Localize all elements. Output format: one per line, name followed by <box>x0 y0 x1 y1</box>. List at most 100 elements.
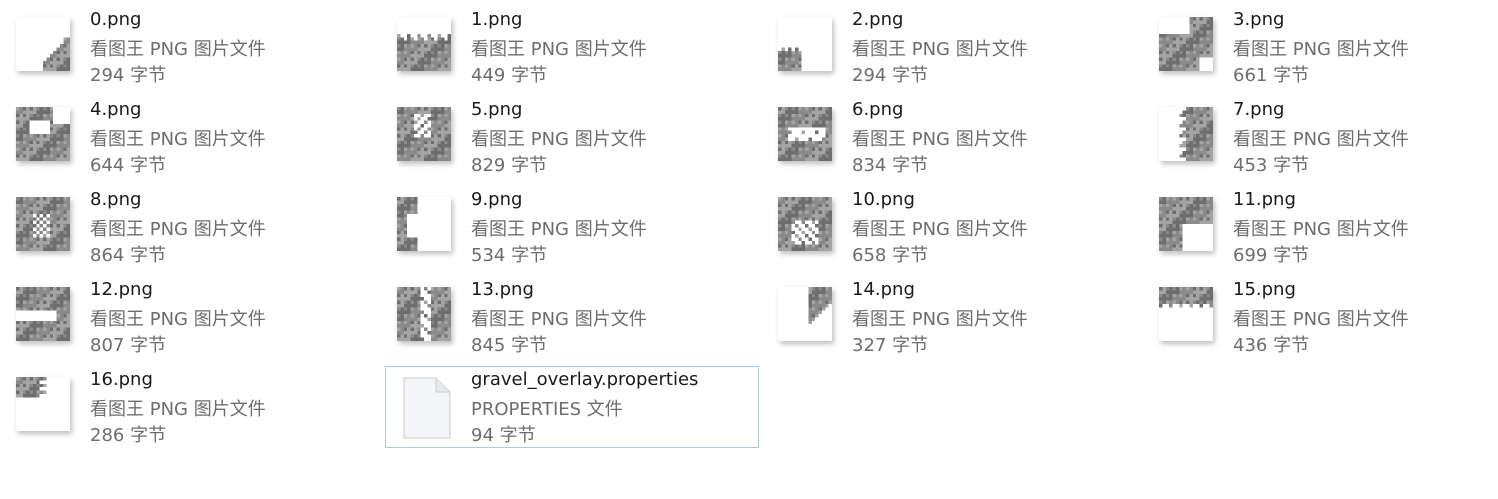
gravel-pixel <box>1159 60 1163 65</box>
gravel-pixel <box>39 337 43 341</box>
gravel-pixel <box>808 213 812 218</box>
gravel-pixel <box>1209 120 1213 124</box>
file-tile-15-png[interactable]: 15.png 看图王 PNG 图片文件 436 字节 <box>1143 270 1498 356</box>
gravel-pixel <box>53 303 57 308</box>
gravel-pixel <box>400 113 404 118</box>
gravel-pixel <box>828 230 832 235</box>
gravel-pixel <box>400 200 404 204</box>
gravel-pixel <box>818 297 822 301</box>
gravel-pixel <box>400 287 404 291</box>
file-tile-12-png[interactable]: 12.png 看图王 PNG 图片文件 807 字节 <box>0 270 374 356</box>
file-tile-13-png[interactable]: 13.png 看图王 PNG 图片文件 845 字节 <box>381 270 755 356</box>
gravel-pixel <box>1192 50 1197 55</box>
gravel-pixel <box>39 210 43 214</box>
file-tile-2-png[interactable]: 2.png 看图王 PNG 图片文件 294 字节 <box>762 0 1136 86</box>
gravel-pixel <box>828 293 832 298</box>
file-tile-14-png[interactable]: 14.png 看图王 PNG 图片文件 327 字节 <box>762 270 1136 356</box>
file-tile-7-png[interactable]: 7.png 看图王 PNG 图片文件 453 字节 <box>1143 90 1498 176</box>
gravel-pixel <box>19 337 23 341</box>
gravel-pixel <box>63 234 67 238</box>
file-tile-9-png[interactable]: 9.png 看图王 PNG 图片文件 534 字节 <box>381 180 755 266</box>
gravel-pixel <box>22 244 27 248</box>
gravel-pixel <box>413 57 418 61</box>
gravel-pixel <box>437 113 441 118</box>
gravel-pixel <box>400 237 404 241</box>
gravel-pixel <box>825 227 829 231</box>
gravel-pixel <box>791 60 795 65</box>
file-tile-16-png[interactable]: 16.png 看图王 PNG 图片文件 286 字节 <box>0 360 374 446</box>
gravel-pixel <box>417 64 421 68</box>
gravel-pixel <box>437 314 441 318</box>
gravel-pixel <box>821 117 826 121</box>
gravel-pixel <box>53 140 57 145</box>
file-tile-10-png[interactable]: 10.png 看图王 PNG 图片文件 658 字节 <box>762 180 1136 266</box>
gravel-pixel <box>59 207 64 211</box>
gravel-pixel <box>22 377 27 381</box>
gravel-pixel <box>32 150 37 155</box>
gravel-pixel <box>410 330 414 335</box>
gravel-pixel <box>32 290 37 294</box>
gravel-pixel <box>1175 244 1180 248</box>
gravel-pixel <box>791 207 795 211</box>
gravel-pixel <box>39 137 43 141</box>
file-tile-0-png[interactable]: 0.png 看图王 PNG 图片文件 294 字节 <box>0 0 374 86</box>
gravel-pixel <box>1169 37 1173 41</box>
gravel-pixel <box>410 117 414 121</box>
gravel-pixel <box>59 310 64 314</box>
gravel-pixel <box>1209 200 1213 204</box>
gravel-pixel <box>420 113 424 118</box>
gravel-pixel <box>791 154 795 158</box>
gravel-pixel <box>818 293 822 298</box>
gravel-pixel <box>43 297 47 301</box>
gravel-pixel <box>1186 287 1190 291</box>
gravel-pixel <box>63 54 67 58</box>
gravel-pixel <box>788 64 792 68</box>
gravel-pixel <box>1159 244 1163 248</box>
file-tile-1-png[interactable]: 1.png 看图王 PNG 图片文件 449 字节 <box>381 0 755 86</box>
gravel-pixel <box>1196 140 1200 145</box>
gravel-pixel <box>66 207 70 211</box>
gravel-pixel <box>1165 224 1170 228</box>
gravel-pixel <box>16 220 20 224</box>
gravel-pixel <box>1189 137 1193 141</box>
gravel-pixel <box>16 134 20 138</box>
gravel-pixel <box>19 150 23 155</box>
gravel-pixel <box>53 123 57 128</box>
file-tile-4-png[interactable]: 4.png 看图王 PNG 图片文件 644 字节 <box>0 90 374 176</box>
gravel-pixel <box>1179 144 1183 148</box>
gravel-pixel <box>59 130 64 134</box>
file-tile-8-png[interactable]: 8.png 看图王 PNG 图片文件 864 字节 <box>0 180 374 266</box>
gravel-pixel <box>400 210 404 214</box>
gravel-pixel <box>1182 213 1186 218</box>
gravel-pixel <box>1172 210 1176 214</box>
file-tile-gravel-overlay-properties[interactable]: gravel_overlay.properties PROPERTIES 文件 … <box>385 366 759 448</box>
gravel-pixel <box>43 203 47 208</box>
gravel-pixel <box>1186 130 1190 134</box>
gravel-pixel <box>397 210 401 214</box>
file-tile-5-png[interactable]: 5.png 看图王 PNG 图片文件 829 字节 <box>381 90 755 176</box>
gravel-pixel <box>821 244 826 248</box>
gravel-pixel <box>444 157 448 161</box>
gravel-pixel <box>403 64 408 68</box>
gravel-pixel <box>1179 37 1183 41</box>
gravel-pixel <box>1186 127 1190 131</box>
gravel-pixel <box>403 247 408 251</box>
file-tile-3-png[interactable]: 3.png 看图王 PNG 图片文件 661 字节 <box>1143 0 1498 86</box>
gravel-pixel <box>1209 107 1213 111</box>
gravel-pixel <box>1202 50 1207 55</box>
gravel-pixel <box>1186 207 1190 211</box>
gravel-pixel <box>417 44 421 48</box>
gravel-pixel <box>825 140 829 145</box>
gravel-pixel <box>397 287 401 291</box>
gravel-pixel <box>794 197 799 201</box>
gravel-pixel <box>66 40 70 44</box>
file-tile-11-png[interactable]: 11.png 看图王 PNG 图片文件 699 字节 <box>1143 180 1498 266</box>
gravel-pixel <box>66 213 70 218</box>
gravel-pixel <box>434 40 438 44</box>
gravel-pixel <box>1199 217 1203 221</box>
gravel-pixel <box>1162 290 1166 294</box>
file-tile-6-png[interactable]: 6.png 看图王 PNG 图片文件 834 字节 <box>762 90 1136 176</box>
gravel-pixel <box>434 303 438 308</box>
gravel-pixel <box>420 60 424 65</box>
gravel-pixel <box>397 117 401 121</box>
